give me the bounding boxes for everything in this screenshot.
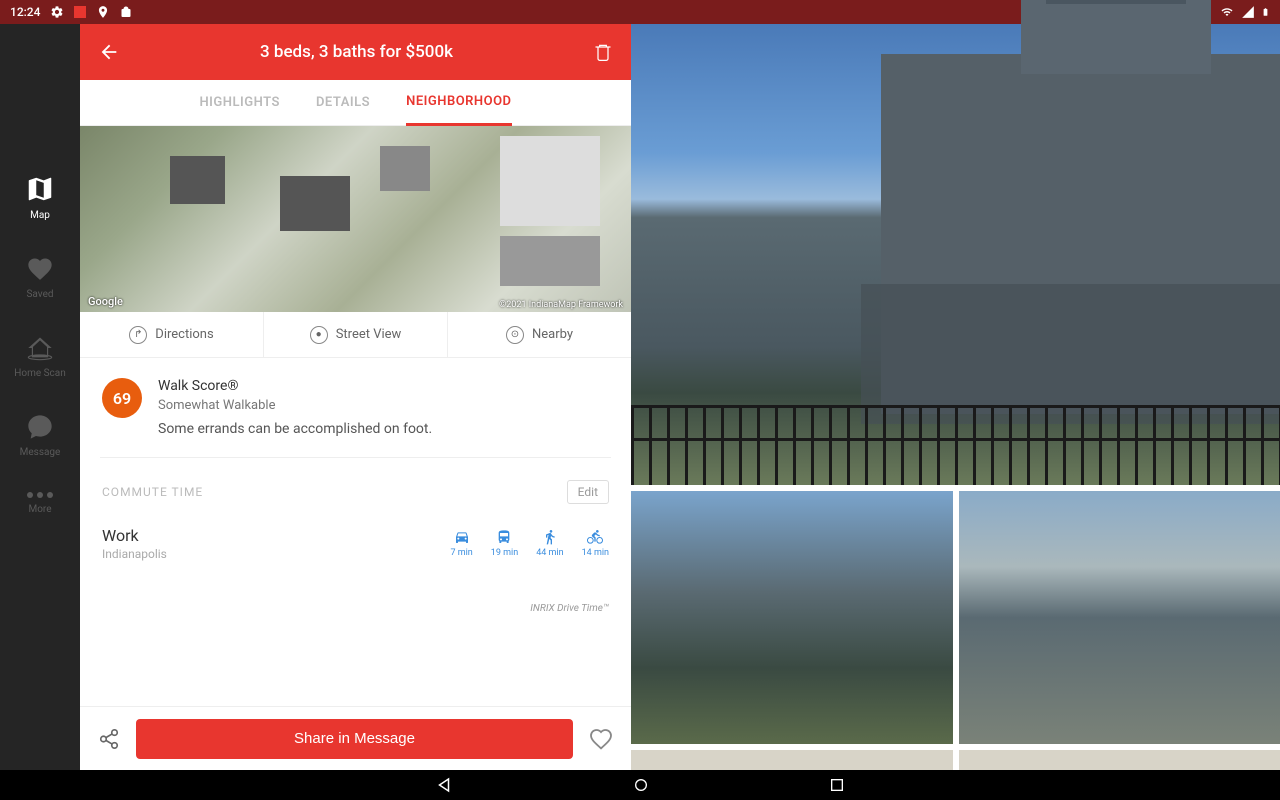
nav-back-icon[interactable] (435, 776, 453, 794)
heart-icon (26, 255, 54, 283)
gallery-thumb[interactable] (959, 491, 1280, 744)
sidebar-label: Home Scan (14, 368, 66, 379)
share-message-button[interactable]: Share in Message (136, 719, 573, 759)
streetview-button[interactable]: ● Street View (264, 312, 448, 357)
bag-status-icon (120, 6, 132, 18)
commute-dest-city: Indianapolis (102, 547, 167, 561)
tab-neighborhood[interactable]: NEIGHBORHOOD (406, 80, 511, 126)
commute-car: 7 min (450, 529, 472, 558)
android-navbar (0, 770, 1280, 800)
sidebar-item-saved[interactable]: Saved (26, 255, 54, 300)
sidebar-label: Saved (26, 289, 53, 300)
message-icon (26, 413, 54, 441)
directions-icon: ↱ (129, 326, 147, 344)
sidebar-item-map[interactable]: Map (25, 174, 55, 221)
favorite-icon[interactable] (589, 727, 613, 751)
sidebar: Map Saved Home Scan Message More (0, 24, 80, 770)
status-time: 12:24 (10, 5, 40, 19)
commute-bike: 14 min (582, 529, 609, 558)
tab-details[interactable]: DETAILS (316, 81, 370, 124)
walk-score-title: Walk Score® (158, 378, 432, 394)
walk-score-block: 69 Walk Score® Somewhat Walkable Some er… (80, 358, 631, 457)
sidebar-label: Map (30, 210, 50, 221)
wifi-icon (1219, 6, 1235, 18)
home-scan-icon (26, 334, 54, 362)
inrix-attribution: INRIX Drive Time™ (80, 603, 631, 614)
commute-times: 7 min 19 min 44 min 14 min (450, 529, 609, 558)
gallery-thumb[interactable] (631, 491, 953, 744)
back-icon[interactable] (98, 41, 120, 63)
walk-score-badge: 69 (102, 378, 142, 418)
panel-header: 3 beds, 3 baths for $500k (80, 24, 631, 80)
sidebar-item-more[interactable]: More (27, 492, 53, 515)
walk-icon (541, 529, 559, 545)
directions-button[interactable]: ↱ Directions (80, 312, 264, 357)
app-status-icon (74, 6, 86, 18)
commute-dest-name: Work (102, 526, 167, 545)
sidebar-item-message[interactable]: Message (20, 413, 61, 458)
gallery-thumb[interactable] (631, 750, 953, 770)
edit-button[interactable]: Edit (567, 480, 609, 504)
map-actions: ↱ Directions ● Street View ⊙ Nearby (80, 312, 631, 358)
car-icon (453, 529, 471, 545)
more-icon (27, 492, 53, 498)
sidebar-label: Message (20, 447, 61, 458)
nav-recent-icon[interactable] (829, 777, 845, 793)
commute-section-label: COMMUTE TIME (102, 485, 203, 499)
map-attribution: Google (88, 295, 123, 308)
commute-block: COMMUTE TIME Edit Work Indianapolis 7 mi… (80, 458, 631, 583)
location-status-icon (96, 5, 110, 19)
commute-transit: 19 min (491, 529, 518, 558)
battery-icon (1261, 5, 1270, 19)
nearby-button[interactable]: ⊙ Nearby (448, 312, 631, 357)
gallery-thumb[interactable] (959, 750, 1280, 770)
delete-icon[interactable] (593, 42, 613, 62)
settings-status-icon (50, 5, 64, 19)
walk-score-subtitle: Somewhat Walkable (158, 398, 432, 413)
nearby-icon: ⊙ (506, 326, 524, 344)
page-title: 3 beds, 3 baths for $500k (120, 42, 593, 62)
commute-walk: 44 min (536, 529, 563, 558)
signal-icon (1241, 5, 1255, 19)
gallery-main-photo[interactable] (631, 24, 1280, 485)
tab-highlights[interactable]: HIGHLIGHTS (199, 81, 279, 124)
map-icon (25, 174, 55, 204)
tab-bar: HIGHLIGHTS DETAILS NEIGHBORHOOD (80, 80, 631, 126)
photo-gallery (631, 24, 1280, 770)
bus-icon (495, 529, 513, 545)
bike-icon (586, 529, 604, 545)
sidebar-item-homescan[interactable]: Home Scan (14, 334, 66, 379)
detail-panel: 3 beds, 3 baths for $500k HIGHLIGHTS DET… (80, 24, 631, 770)
map-copyright: ©2021 IndianaMap Framework (499, 300, 623, 310)
share-icon[interactable] (98, 728, 120, 750)
satellite-map[interactable]: Google ©2021 IndianaMap Framework (80, 126, 631, 312)
nav-home-icon[interactable] (633, 777, 649, 793)
panel-footer: Share in Message (80, 706, 631, 770)
sidebar-label: More (28, 504, 51, 515)
walk-score-desc: Some errands can be accomplished on foot… (158, 421, 432, 437)
streetview-icon: ● (310, 326, 328, 344)
